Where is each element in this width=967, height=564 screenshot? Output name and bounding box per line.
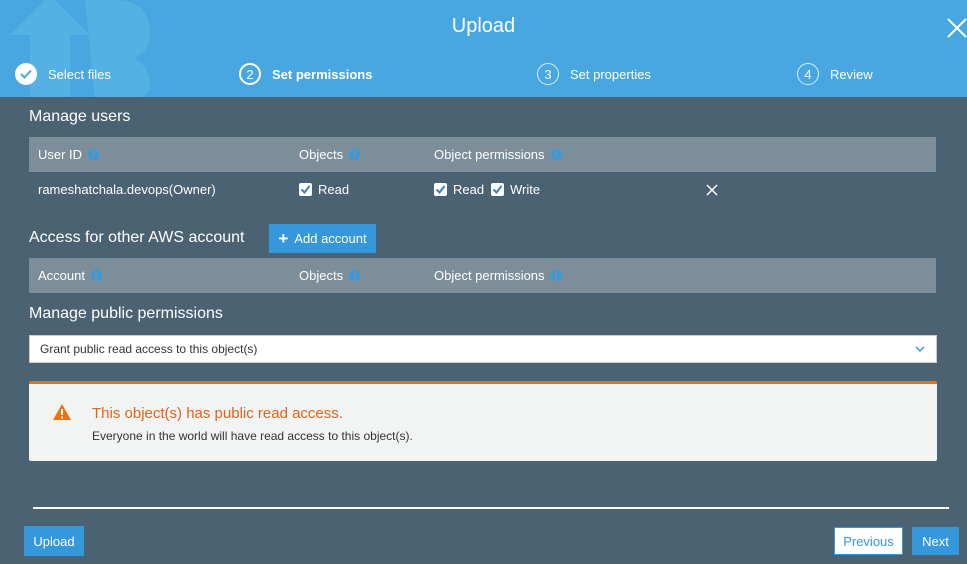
column-object-permissions: Object permissions xyxy=(434,147,562,162)
info-icon[interactable] xyxy=(349,270,361,281)
select-value: Grant public read access to this object(… xyxy=(40,342,258,356)
step-set-permissions[interactable]: 2 Set permissions xyxy=(239,62,372,86)
table-row: rameshatchala.devops(Owner) Read Read Wr… xyxy=(29,174,936,206)
manage-users-title: Manage users xyxy=(29,108,131,125)
warning-message: Everyone in the world will have read acc… xyxy=(92,429,413,443)
warning-title: This object(s) has public read access. xyxy=(92,405,343,422)
public-permissions-title: Manage public permissions xyxy=(29,305,223,322)
column-user-id: User ID xyxy=(38,147,100,162)
column-object-permissions: Object permissions xyxy=(434,268,562,283)
permissions-write-checkbox[interactable]: Write xyxy=(491,182,540,197)
step-label: Review xyxy=(830,66,873,82)
step-label: Set properties xyxy=(570,66,651,82)
step-number: 4 xyxy=(797,63,819,85)
next-button[interactable]: Next xyxy=(912,527,959,555)
permissions-read-checkbox[interactable]: Read xyxy=(434,182,484,197)
column-objects: Objects xyxy=(299,147,361,162)
close-icon[interactable] xyxy=(945,16,967,40)
wizard-header: Upload Select files 2 Set permissions 3 … xyxy=(0,0,967,97)
info-icon[interactable] xyxy=(550,270,562,281)
footer-divider xyxy=(33,507,949,509)
dialog-title: Upload xyxy=(451,15,516,37)
checkbox-checked-icon[interactable] xyxy=(491,183,504,196)
previous-button[interactable]: Previous xyxy=(834,527,903,555)
plus-icon: + xyxy=(278,229,289,248)
step-review[interactable]: 4 Review xyxy=(797,62,873,86)
remove-user-icon[interactable] xyxy=(705,183,719,197)
checkbox-checked-icon[interactable] xyxy=(434,183,447,196)
column-objects: Objects xyxy=(299,268,361,283)
other-accounts-title: Access for other AWS account xyxy=(29,229,245,246)
step-label: Select files xyxy=(48,66,111,82)
warning-icon xyxy=(53,404,71,420)
step-number: 2 xyxy=(239,63,261,85)
upload-button[interactable]: Upload xyxy=(24,526,84,556)
step-set-properties[interactable]: 3 Set properties xyxy=(537,62,651,86)
user-id-cell: rameshatchala.devops(Owner) xyxy=(38,182,216,197)
info-icon[interactable] xyxy=(550,149,562,160)
checkbox-checked-icon[interactable] xyxy=(299,183,312,196)
chevron-down-icon xyxy=(915,346,925,353)
add-account-button[interactable]: + Add account xyxy=(269,224,376,253)
step-number: 3 xyxy=(537,63,559,85)
info-icon[interactable] xyxy=(88,149,100,160)
public-permissions-select[interactable]: Grant public read access to this object(… xyxy=(29,335,937,363)
users-table-header: User ID Objects Object permissions xyxy=(29,137,936,172)
info-icon[interactable] xyxy=(90,270,102,281)
check-icon xyxy=(15,63,37,85)
accounts-table-header: Account Objects Object permissions xyxy=(29,258,936,293)
step-select-files[interactable]: Select files xyxy=(15,62,111,86)
objects-read-checkbox[interactable]: Read xyxy=(299,182,349,197)
public-access-warning: This object(s) has public read access. E… xyxy=(29,381,937,461)
column-account: Account xyxy=(38,268,102,283)
info-icon[interactable] xyxy=(349,149,361,160)
step-label: Set permissions xyxy=(272,66,373,82)
